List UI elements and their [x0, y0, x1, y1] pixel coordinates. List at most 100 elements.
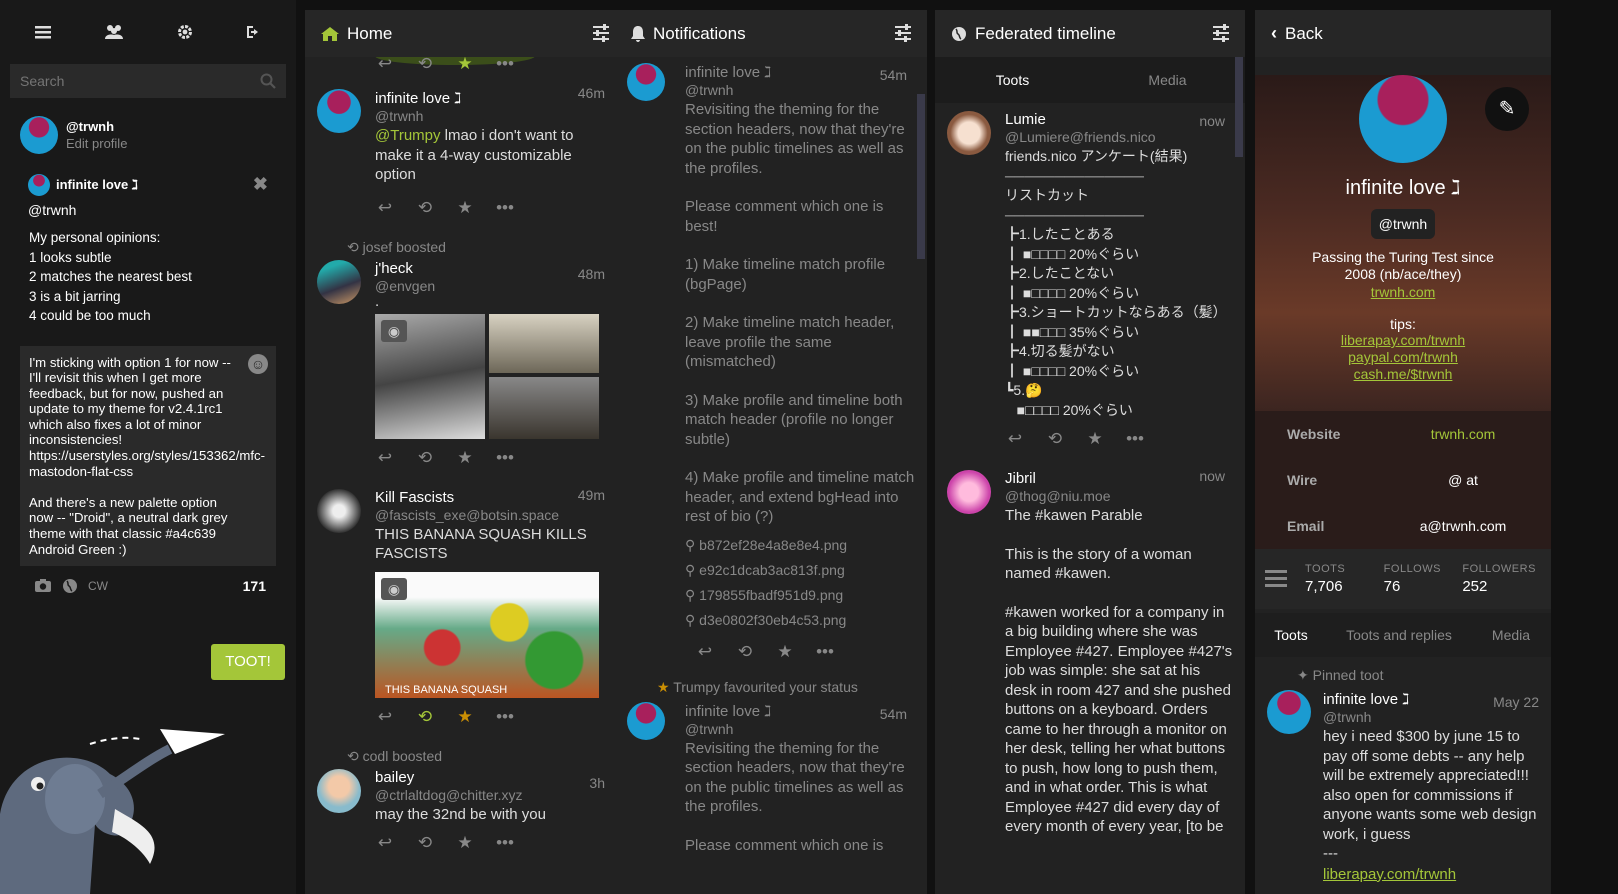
avatar[interactable]	[317, 488, 361, 533]
tab-toots[interactable]: Toots	[935, 57, 1090, 103]
timestamp[interactable]: 48m	[578, 266, 605, 282]
hamburger-icon[interactable]	[1265, 570, 1287, 588]
tab-media[interactable]: Media	[1090, 57, 1245, 103]
account-handle[interactable]: @ctrlaltdog@chitter.xyz	[375, 787, 613, 803]
gear-icon[interactable]	[177, 24, 193, 40]
reply-icon[interactable]: ↩	[375, 57, 395, 74]
boost-icon[interactable]: ⟲	[1045, 429, 1065, 449]
edit-profile-button[interactable]: ✎	[1485, 87, 1529, 131]
status[interactable]: Jibril @thog@niu.moe The #kawen Parable …	[935, 458, 1245, 837]
timestamp[interactable]: 3h	[589, 775, 605, 791]
hamburger-icon[interactable]	[34, 25, 51, 39]
display-name[interactable]: bailey	[375, 769, 613, 786]
back-button[interactable]: Back	[1285, 24, 1323, 44]
reply-icon[interactable]: ↩	[375, 833, 395, 853]
favourite-icon[interactable]: ★	[455, 448, 475, 468]
avatar[interactable]	[1359, 75, 1447, 163]
stat-followers[interactable]: FOLLOWERS 252	[1462, 563, 1541, 595]
more-icon[interactable]: •••	[815, 642, 835, 662]
favourite-icon[interactable]: ★	[455, 198, 475, 218]
boost-icon[interactable]: ⟲	[415, 198, 435, 218]
avatar[interactable]	[317, 768, 361, 813]
more-icon[interactable]: •••	[495, 198, 515, 218]
account-handle[interactable]: @trwnh	[685, 82, 915, 98]
tip-link[interactable]: paypal.com/trwnh	[1255, 349, 1551, 365]
reply-icon[interactable]: ↩	[375, 707, 395, 727]
media-photo[interactable]	[489, 376, 599, 439]
avatar[interactable]	[627, 701, 665, 740]
status[interactable]: infinite love ℷ @trwnh @Trumpy lmao i do…	[305, 75, 625, 227]
reply-icon[interactable]: ↩	[695, 642, 715, 662]
media-photo[interactable]: ◉	[375, 313, 485, 439]
toot-button[interactable]: TOOT!	[211, 644, 285, 680]
globe-icon[interactable]	[62, 578, 78, 594]
timestamp[interactable]: 46m	[578, 85, 605, 101]
timestamp[interactable]: 49m	[578, 487, 605, 503]
close-icon[interactable]: ✖	[253, 174, 268, 195]
tab-toots[interactable]: Toots	[1255, 627, 1327, 643]
more-icon[interactable]: •••	[1125, 429, 1145, 449]
boost-icon[interactable]: ⟲	[415, 448, 435, 468]
more-icon[interactable]: •••	[495, 57, 515, 74]
more-icon[interactable]: •••	[495, 448, 515, 468]
reply-icon[interactable]: ↩	[1005, 429, 1025, 449]
account-handle[interactable]: @trwnh	[375, 108, 613, 124]
camera-icon[interactable]	[34, 578, 52, 593]
media-photo[interactable]: ◉ THIS BANANA SQUASH	[375, 571, 599, 698]
status-link[interactable]: liberapay.com/trwnh	[1323, 866, 1539, 883]
avatar[interactable]	[947, 111, 991, 155]
status[interactable]: bailey @ctrlaltdog@chitter.xyz may the 3…	[305, 765, 625, 863]
favourite-notification[interactable]: ★ Trumpy favourited your status	[615, 671, 927, 696]
profile-website-link[interactable]: trwnh.com	[1255, 284, 1551, 300]
timestamp[interactable]: 54m	[880, 67, 907, 83]
reply-icon[interactable]: ↩	[375, 198, 395, 218]
boost-icon[interactable]: ⟲	[415, 833, 435, 853]
stat-toots[interactable]: TOOTS 7,706	[1305, 563, 1384, 595]
tip-link[interactable]: liberapay.com/trwnh	[1255, 332, 1551, 348]
reply-icon[interactable]: ↩	[375, 448, 395, 468]
attachment-link[interactable]: ⚲ 179855fbadf951d9.png	[685, 583, 915, 608]
status[interactable]: infinite love ℷ @trwnh hey i need $300 b…	[1255, 684, 1551, 883]
favourite-icon[interactable]: ★	[455, 833, 475, 853]
eye-icon[interactable]: ◉	[381, 577, 407, 600]
status[interactable]: Lumie @Lumiere@friends.nico friends.nico…	[935, 103, 1245, 458]
scrollbar[interactable]	[1235, 57, 1243, 157]
tab-media[interactable]: Media	[1471, 627, 1551, 643]
scrollbar[interactable]	[917, 94, 925, 259]
back-header[interactable]: ‹ Back	[1255, 10, 1551, 57]
emoji-icon[interactable]: ☺	[248, 353, 268, 374]
field-value-link[interactable]: trwnh.com	[1375, 426, 1551, 442]
favourite-icon[interactable]: ★	[775, 642, 795, 662]
account-handle[interactable]: @trwnh	[1323, 709, 1539, 725]
boost-icon[interactable]: ⟲	[735, 642, 755, 662]
account-handle[interactable]: @Lumiere@friends.nico	[1005, 129, 1233, 145]
favourite-icon[interactable]: ★	[1085, 429, 1105, 449]
status[interactable]: infinite love ℷ @trwnh Revisiting the th…	[615, 696, 927, 856]
boost-icon[interactable]: ⟲	[415, 57, 435, 74]
attachment-link[interactable]: ⚲ d3e0802f30eb4c53.png	[685, 608, 915, 633]
timestamp[interactable]: now	[1199, 113, 1225, 129]
status[interactable]: Kill Fascists @fascists_exe@botsin.space…	[305, 477, 625, 736]
avatar[interactable]	[317, 259, 361, 304]
status[interactable]: infinite love ℷ @trwnh Revisiting the th…	[615, 57, 927, 671]
cw-button[interactable]: CW	[88, 579, 108, 593]
media-photo[interactable]	[489, 313, 599, 373]
account-handle[interactable]: @fascists_exe@botsin.space	[375, 507, 613, 523]
avatar[interactable]	[20, 116, 58, 154]
attachment-link[interactable]: ⚲ e92c1dcab3ac813f.png	[685, 558, 915, 583]
timestamp[interactable]: now	[1199, 468, 1225, 484]
avatar[interactable]	[1267, 690, 1311, 734]
avatar[interactable]	[627, 63, 665, 101]
settings-sliders-icon[interactable]	[895, 24, 913, 42]
more-icon[interactable]: •••	[495, 707, 515, 727]
boost-icon[interactable]: ⟲	[415, 707, 435, 727]
search-input[interactable]	[10, 64, 286, 98]
compose-textarea[interactable]: I'm sticking with option 1 for now -- I'…	[20, 345, 276, 566]
avatar[interactable]	[947, 470, 991, 514]
column-header[interactable]: Home	[305, 10, 625, 57]
tip-link[interactable]: cash.me/$trwnh	[1255, 366, 1551, 382]
timestamp[interactable]: May 22	[1493, 694, 1539, 710]
people-icon[interactable]	[104, 24, 124, 40]
account-handle[interactable]: @thog@niu.moe	[1005, 488, 1233, 504]
tab-toots-and-replies[interactable]: Toots and replies	[1327, 627, 1471, 643]
